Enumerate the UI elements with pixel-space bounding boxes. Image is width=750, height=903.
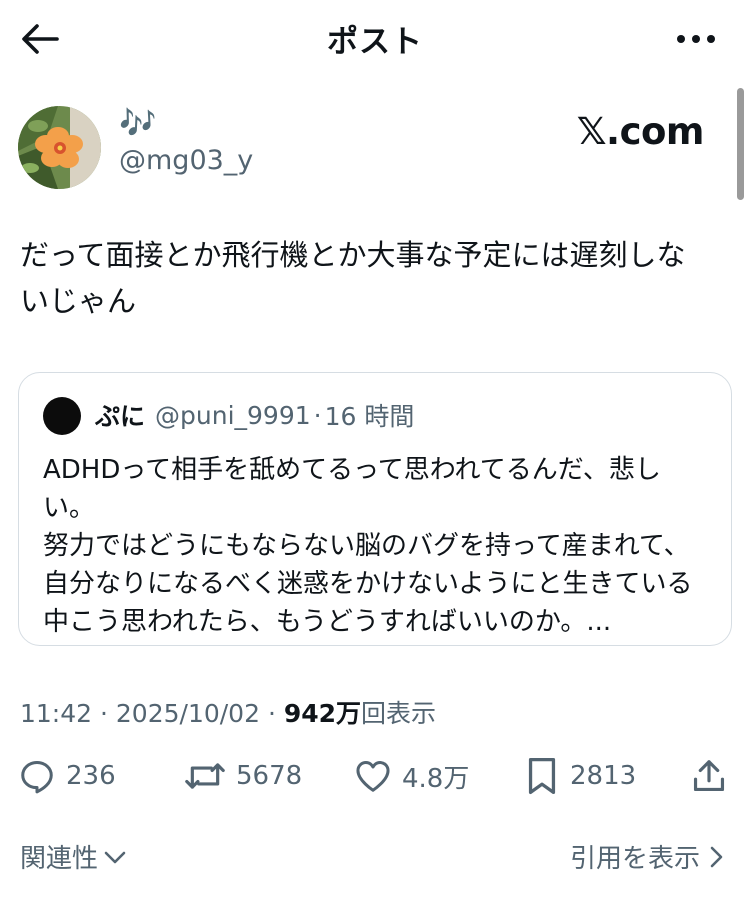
- reply-count: 236: [66, 761, 116, 791]
- quoted-text-line: い。: [43, 493, 96, 523]
- action-bar: 236 5678 4.8万 2813: [18, 752, 730, 800]
- heart-icon: [356, 761, 390, 792]
- page-title: ポスト: [327, 24, 423, 60]
- chevron-right-icon: [710, 846, 723, 867]
- view-quotes-label: 引用を表示: [569, 844, 700, 874]
- repost-icon: [185, 763, 225, 789]
- share-icon: [693, 760, 725, 792]
- quoted-text-line: 中こう思われたら、もうどうすればいいのか。...: [43, 607, 612, 637]
- post-text-line: だって面接とか飛行機とか大事な予定には遅刻しな: [20, 238, 686, 272]
- more-button[interactable]: [672, 24, 716, 54]
- sort-label: 関連性: [20, 844, 99, 874]
- quoted-text-line: ADHDって相手を舐めてるって思われてるんだ、悲し: [43, 455, 661, 485]
- separator-dot: ·: [100, 699, 108, 728]
- chevron-down-icon: [104, 851, 126, 863]
- repost-button[interactable]: 5678: [184, 752, 302, 800]
- like-button[interactable]: 4.8万: [354, 752, 469, 800]
- share-button[interactable]: [690, 752, 728, 800]
- separator-dot: ·: [267, 699, 276, 728]
- quoted-name: ぷに: [95, 402, 146, 431]
- quoted-text: ADHDって相手を舐めてるって思われてるんだ、悲し い。 努力ではどうにもならな…: [43, 451, 713, 641]
- separator-dot: ·: [313, 400, 322, 430]
- quoted-avatar: [43, 397, 81, 435]
- post-text: だって面接とか飛行機とか大事な予定には遅刻しな いじゃん: [20, 232, 720, 324]
- reply-button[interactable]: 236: [18, 752, 116, 800]
- post-time: 11:42: [20, 699, 93, 728]
- like-count: 4.8万: [402, 763, 470, 794]
- bookmark-count: 2813: [570, 761, 637, 791]
- user-handle[interactable]: @mg03_y: [119, 145, 253, 176]
- view-quotes-link[interactable]: 引用を表示: [570, 838, 726, 875]
- flower-photo: [18, 106, 101, 189]
- view-count: 942万: [283, 699, 362, 728]
- quoted-text-line: 自分なりになるべく迷惑をかけないようにと生きている: [43, 569, 693, 599]
- bookmark-icon: [528, 758, 556, 794]
- quoted-header: ぷに @puni_9991 · 16 時間: [95, 397, 414, 433]
- scrollbar[interactable]: [737, 88, 744, 200]
- reply-icon: [21, 761, 53, 794]
- display-name[interactable]: 🎶: [119, 106, 156, 142]
- bookmark-button[interactable]: 2813: [524, 752, 636, 800]
- quoted-handle: @puni_9991: [155, 400, 311, 430]
- more-dots-icon: [677, 35, 715, 43]
- post-date: 2025/10/02: [115, 699, 260, 728]
- repost-count: 5678: [236, 761, 303, 791]
- view-label: 回表示: [361, 699, 437, 728]
- avatar[interactable]: [18, 106, 101, 189]
- quoted-post-card[interactable]: ぷに @puni_9991 · 16 時間 ADHDって相手を舐めてるって思われ…: [18, 372, 732, 646]
- quoted-timestamp: 16 時間: [324, 402, 415, 431]
- quoted-text-line: 努力ではどうにもならない脳のバグを持って産まれて、: [43, 531, 690, 561]
- post-text-line: いじゃん: [20, 284, 137, 318]
- post-meta: 11:42 · 2025/10/02 · 942万回表示: [20, 694, 436, 730]
- sort-relevance-button[interactable]: 関連性: [20, 838, 128, 875]
- brand-logo: 𝕏.com: [576, 110, 705, 153]
- footer-bar: 関連性 引用を表示: [0, 832, 750, 880]
- top-bar: ポスト: [0, 0, 750, 78]
